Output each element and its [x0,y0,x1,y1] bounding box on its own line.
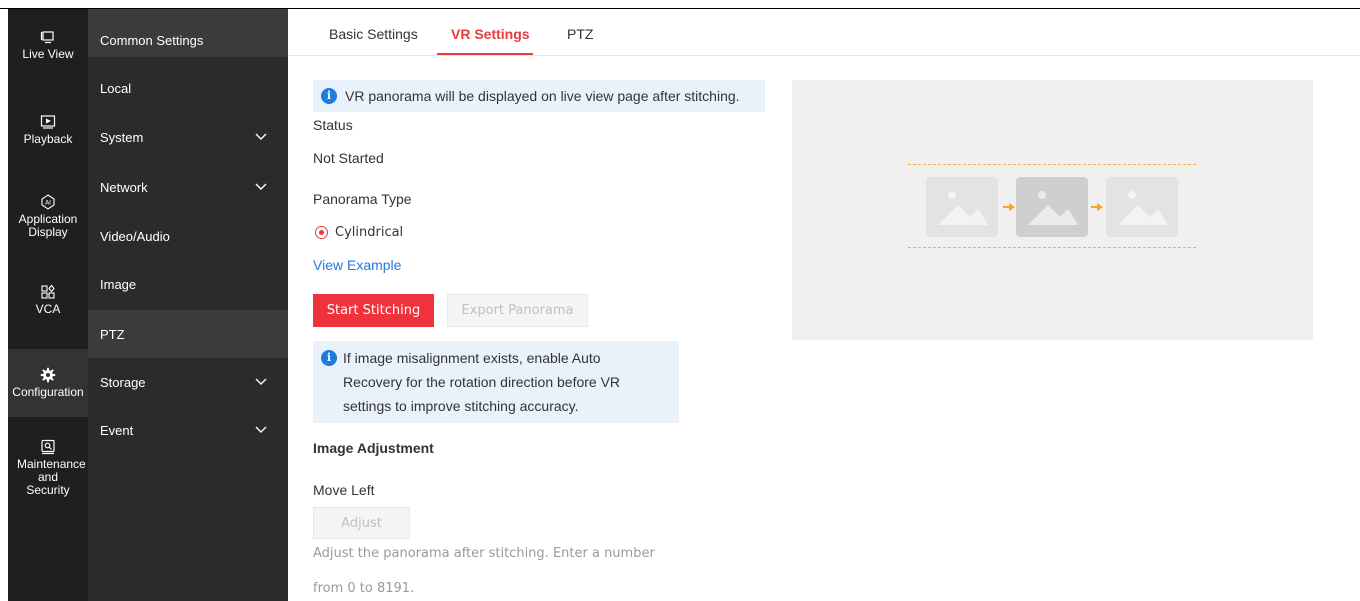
top-border [0,0,1360,9]
image-placeholder-icon [1106,177,1178,237]
chevron-down-icon [255,426,267,433]
submenu-local[interactable]: Local [88,64,288,112]
submenu-image[interactable]: Image [88,256,288,304]
panorama-preview-placeholder [792,80,1313,340]
submenu-image-label: Image [100,277,137,292]
submenu-ptz-label: PTZ [100,327,125,342]
config-submenu: Common Settings Local System Network Vid… [88,9,288,601]
submenu-system-label: System [100,130,144,145]
cylindrical-label[interactable]: Cylindrical [335,225,403,240]
info-icon: i [321,350,337,366]
chevron-down-icon [255,133,267,140]
submenu-network[interactable]: Network [88,160,288,208]
submenu-event-label: Event [100,423,134,438]
info-notice-text: VR panorama will be displayed on live vi… [345,88,740,104]
info-icon: i [321,88,337,104]
nav-application-display-label: Application Display [18,212,78,239]
alignment-notice-line: If image misalignment exists, enable Aut… [343,350,601,366]
vca-icon [41,284,55,299]
svg-text:AI: AI [45,200,51,207]
alignment-notice-line: Recovery for the rotation direction befo… [343,374,621,390]
submenu-storage-label: Storage [100,375,146,390]
panorama-type-label: Panorama Type [313,191,412,207]
gear-icon [40,367,56,383]
arrow-right-icon [1091,203,1103,211]
submenu-system[interactable]: System [88,112,288,160]
submenu-video-audio[interactable]: Video/Audio [88,208,288,256]
nav-playback[interactable]: Playback [8,114,88,164]
image-adjustment-heading: Image Adjustment [313,440,434,456]
chevron-down-icon [255,378,267,385]
nav-maintenance-security-label: Maintenance and Security [17,457,86,497]
ai-icon: AI [41,194,55,210]
monitor-icon [40,31,54,44]
main-nav-rail: Live View Playback AI Application Displa… [8,9,88,601]
chevron-down-icon [255,183,267,190]
nav-playback-label: Playback [23,132,73,146]
cylindrical-radio[interactable] [315,226,328,239]
nav-configuration[interactable]: Configuration [8,349,88,417]
info-notice: i VR panorama will be displayed on live … [313,80,765,112]
hint-line: from 0 to 8191. [313,581,415,596]
arrow-right-icon [1003,203,1015,211]
tab-ptz[interactable]: PTZ [567,26,593,42]
alignment-notice: i If image misalignment exists, enable A… [313,341,679,423]
alignment-notice-line: settings to improve stitching accuracy. [343,398,579,414]
tab-basic-settings[interactable]: Basic Settings [329,26,418,42]
image-placeholder-icon [1016,177,1088,237]
hint-line: Adjust the panorama after stitching. Ent… [313,546,655,561]
status-value: Not Started [313,150,384,166]
adjust-button[interactable]: Adjust [313,507,410,539]
submenu-common-settings-label: Common Settings [100,33,204,48]
tab-vr-settings[interactable]: VR Settings [451,26,530,42]
submenu-event[interactable]: Event [88,406,288,454]
nav-live-view[interactable]: Live View [8,29,88,79]
image-placeholder-icon [926,177,998,237]
export-panorama-button[interactable]: Export Panorama [447,294,588,327]
view-example-link[interactable]: View Example [313,257,401,273]
divider [908,164,1196,165]
nav-application-display[interactable]: AI Application Display [8,194,88,254]
nav-vca[interactable]: VCA [8,284,88,324]
active-tab-indicator [437,53,533,55]
move-left-label: Move Left [313,482,375,498]
nav-vca-label: VCA [35,302,61,316]
submenu-network-label: Network [100,180,148,195]
submenu-video-audio-label: Video/Audio [100,229,170,244]
submenu-storage[interactable]: Storage [88,358,288,406]
submenu-local-label: Local [100,81,132,96]
status-label: Status [313,117,353,133]
settings-tabs: Basic Settings VR Settings PTZ [289,9,1360,56]
start-stitching-button[interactable]: Start Stitching [313,294,434,327]
divider [908,247,1196,248]
submenu-common-settings[interactable]: Common Settings [88,9,288,57]
nav-maintenance-security[interactable]: Maintenance and Security [8,439,88,499]
playback-icon [40,115,56,129]
maintenance-icon [41,439,55,455]
nav-configuration-label: Configuration [12,385,84,399]
submenu-ptz[interactable]: PTZ [88,310,288,358]
nav-live-view-label: Live View [22,47,74,61]
